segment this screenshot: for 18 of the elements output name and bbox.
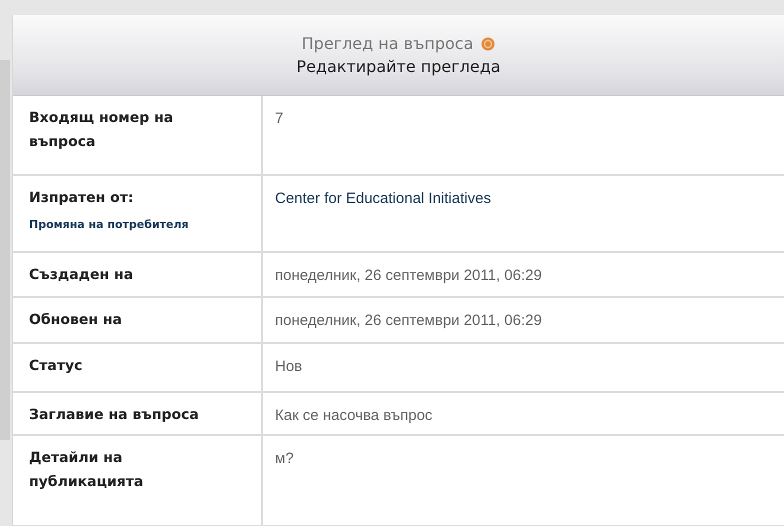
- field-value: м?: [275, 450, 294, 467]
- field-label: Изпратен от:: [29, 189, 134, 208]
- field-label: Детайли на публикацията: [29, 449, 144, 492]
- field-label: Заглавие на въпроса: [29, 406, 200, 425]
- field-label: Обновен на: [29, 311, 123, 330]
- panel-title: Преглед на въпроса: [302, 34, 474, 53]
- field-value: Нов: [275, 358, 302, 375]
- help-icon[interactable]: [481, 36, 496, 50]
- field-value: понеделник, 26 септември 2011, 06:29: [275, 267, 542, 284]
- panel-subtitle: Редактирайте прегледа: [296, 57, 501, 76]
- field-label: Входящ номер на въпроса: [29, 109, 174, 152]
- field-label: Статус: [29, 357, 84, 376]
- field-value: Center for Educational Initiatives: [275, 190, 491, 207]
- field-value: понеделник, 26 септември 2011, 06:29: [275, 312, 542, 329]
- field-value: 7: [275, 110, 284, 127]
- field-label: Създаден на: [29, 266, 134, 285]
- change-user-link[interactable]: Промяна на потребителя: [29, 218, 243, 231]
- field-value: Как се насочва въпрос: [275, 407, 432, 424]
